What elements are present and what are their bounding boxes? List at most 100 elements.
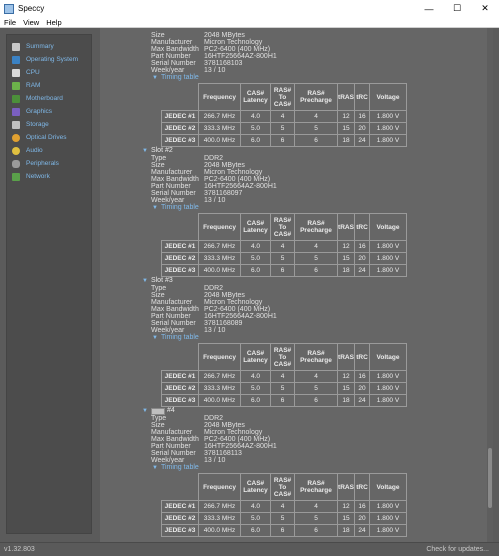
disc-icon bbox=[12, 133, 20, 142]
minimize-button[interactable]: — bbox=[415, 0, 443, 17]
close-button[interactable]: ✕ bbox=[471, 0, 499, 17]
table-header-row: Frequency CAS# Latency RAS# To CAS# RAS# Pre… bbox=[161, 473, 407, 501]
cell-frequency: 266.7 MHz bbox=[198, 240, 241, 253]
slot3-part-row: Part Number 16HTF25664AZ-800H1 bbox=[151, 313, 411, 320]
slot2-type-row: Type DDR2 bbox=[151, 155, 411, 162]
menu-help[interactable]: Help bbox=[46, 18, 61, 27]
table-row: JEDEC #3 400.0 MHz 6.0 6 6 18 24 1.800 V bbox=[161, 264, 407, 277]
cell-frequency: 333.3 MHz bbox=[198, 122, 241, 135]
maximize-button[interactable]: ☐ bbox=[443, 0, 471, 17]
version-label: v1.32.803 bbox=[4, 546, 35, 553]
slot4-timing-toggle[interactable]: ▼ Timing table bbox=[152, 464, 199, 472]
slot3-serial-row: Serial Number 3781168089 bbox=[151, 320, 411, 327]
sidebar-item-peripherals[interactable]: Peripherals bbox=[7, 157, 91, 170]
table-corner bbox=[161, 213, 199, 241]
motherboard-icon bbox=[12, 94, 20, 103]
collapse-arrow-icon: ▼ bbox=[152, 465, 158, 471]
sidebar-item-audio[interactable]: Audio bbox=[7, 144, 91, 157]
cell-cas: 5.0 bbox=[240, 382, 271, 395]
slot2-part-row: Part Number 16HTF25664AZ-800H1 bbox=[151, 183, 411, 190]
cell-cas: 5.0 bbox=[240, 122, 271, 135]
cell-ras-precharge: 4 bbox=[294, 500, 338, 513]
sidebar-item-cpu[interactable]: CPU bbox=[7, 66, 91, 79]
sidebar-item-motherboard[interactable]: Motherboard bbox=[7, 92, 91, 105]
field-value: 2048 MBytes bbox=[204, 32, 245, 39]
cell-cas: 4.0 bbox=[240, 500, 271, 513]
header-ras-to-cas: RAS# To CAS# bbox=[270, 343, 295, 371]
scrollbar-thumb[interactable] bbox=[488, 448, 492, 508]
menu-view[interactable]: View bbox=[23, 18, 39, 27]
table-row: JEDEC #3 400.0 MHz 6.0 6 6 18 24 1.800 V bbox=[161, 134, 407, 147]
status-bar: v1.32.803 Check for updates... bbox=[0, 542, 499, 556]
slot4-part-row: Part Number 16HTF25664AZ-800H1 bbox=[151, 443, 411, 450]
cell-cas: 4.0 bbox=[240, 110, 271, 123]
cell-voltage: 1.800 V bbox=[369, 240, 407, 253]
slot3-header[interactable]: ▼ Slot #3 bbox=[142, 277, 173, 285]
slot4-bandwidth-row: Max Bandwidth PC2-6400 (400 MHz) bbox=[151, 436, 411, 443]
table-row: JEDEC #1 266.7 MHz 4.0 4 4 12 16 1.800 V bbox=[161, 370, 407, 383]
slot4-header[interactable]: ▼ #4 bbox=[142, 407, 175, 415]
cell-ras-to-cas: 5 bbox=[270, 512, 295, 525]
sidebar-item-ram[interactable]: RAM bbox=[7, 79, 91, 92]
cell-ras-to-cas: 4 bbox=[270, 370, 295, 383]
field-value: 13 / 10 bbox=[204, 327, 226, 334]
header-cas-latency: CAS# Latency bbox=[240, 83, 271, 111]
field-value: 16HTF25664AZ-800H1 bbox=[204, 53, 277, 60]
sidebar-item-label: Audio bbox=[26, 147, 43, 154]
header-ras-precharge: RAS# Precharge bbox=[294, 473, 338, 501]
header-tras: tRAS bbox=[337, 343, 355, 371]
cell-ras-precharge: 5 bbox=[294, 122, 338, 135]
row-header: JEDEC #2 bbox=[161, 382, 199, 395]
field-label: Week/year bbox=[151, 457, 185, 464]
menu-file[interactable]: File bbox=[4, 18, 16, 27]
cell-voltage: 1.800 V bbox=[369, 370, 407, 383]
field-label: Part Number bbox=[151, 183, 191, 190]
slot1-timing-toggle[interactable]: ▼ Timing table bbox=[152, 74, 199, 82]
cell-frequency: 333.3 MHz bbox=[198, 382, 241, 395]
cell-tras: 18 bbox=[337, 524, 355, 537]
row-header: JEDEC #1 bbox=[161, 500, 199, 513]
table-row: JEDEC #2 333.3 MHz 5.0 5 5 15 20 1.800 V bbox=[161, 382, 407, 395]
slot2-header[interactable]: ▼ Slot #2 bbox=[142, 147, 173, 155]
sidebar-item-label: Network bbox=[26, 173, 50, 180]
vertical-scrollbar[interactable] bbox=[487, 28, 493, 542]
row-header: JEDEC #3 bbox=[161, 264, 199, 277]
cell-voltage: 1.800 V bbox=[369, 122, 407, 135]
row-header: JEDEC #1 bbox=[161, 370, 199, 383]
table-corner bbox=[161, 473, 199, 501]
sidebar-item-optical-drives[interactable]: Optical Drives bbox=[7, 131, 91, 144]
sidebar-item-network[interactable]: Network bbox=[7, 170, 91, 183]
cell-cas: 5.0 bbox=[240, 512, 271, 525]
slot3-timing-toggle[interactable]: ▼ Timing table bbox=[152, 334, 199, 342]
field-value: 3781168113 bbox=[204, 450, 242, 457]
field-label: Serial Number bbox=[151, 320, 196, 327]
table-header-row: Frequency CAS# Latency RAS# To CAS# RAS# Pre… bbox=[161, 343, 407, 371]
cell-tras: 12 bbox=[337, 240, 355, 253]
cell-frequency: 400.0 MHz bbox=[198, 394, 241, 407]
hard-drive-icon bbox=[12, 120, 20, 129]
table-header-row: Frequency CAS# Latency RAS# To CAS# RAS# Pre… bbox=[161, 213, 407, 241]
sidebar-item-label: RAM bbox=[26, 82, 41, 89]
sidebar-item-summary[interactable]: Summary bbox=[7, 40, 91, 53]
sidebar-item-operating-system[interactable]: Operating System bbox=[7, 53, 91, 66]
field-label: Manufacturer bbox=[151, 169, 193, 176]
table-corner bbox=[161, 83, 199, 111]
slot1-manufacturer-row: Manufacturer Micron Technology bbox=[151, 39, 411, 46]
slot3-week-row: Week/year 13 / 10 bbox=[151, 327, 411, 334]
field-value: DDR2 bbox=[204, 415, 224, 422]
slot4-size-row: Size 2048 MBytes bbox=[151, 422, 411, 429]
table-row: JEDEC #1 266.7 MHz 4.0 4 4 12 16 1.800 V bbox=[161, 240, 407, 253]
sidebar-item-graphics[interactable]: Graphics bbox=[7, 105, 91, 118]
cell-tras: 18 bbox=[337, 134, 355, 147]
sidebar-item-storage[interactable]: Storage bbox=[7, 118, 91, 131]
sidebar-item-label: Storage bbox=[26, 121, 49, 128]
cell-frequency: 266.7 MHz bbox=[198, 370, 241, 383]
slot-title: Slot #3 bbox=[150, 277, 173, 284]
collapse-arrow-icon: ▼ bbox=[142, 278, 148, 284]
check-updates-link[interactable]: Check for updates... bbox=[426, 546, 489, 553]
field-value: PC2-6400 (400 MHz) bbox=[204, 46, 271, 53]
timing-label: Timing table bbox=[160, 204, 199, 211]
sidebar-item-label: Motherboard bbox=[26, 95, 63, 102]
field-label: Week/year bbox=[151, 327, 185, 334]
slot2-timing-toggle[interactable]: ▼ Timing table bbox=[152, 204, 199, 212]
